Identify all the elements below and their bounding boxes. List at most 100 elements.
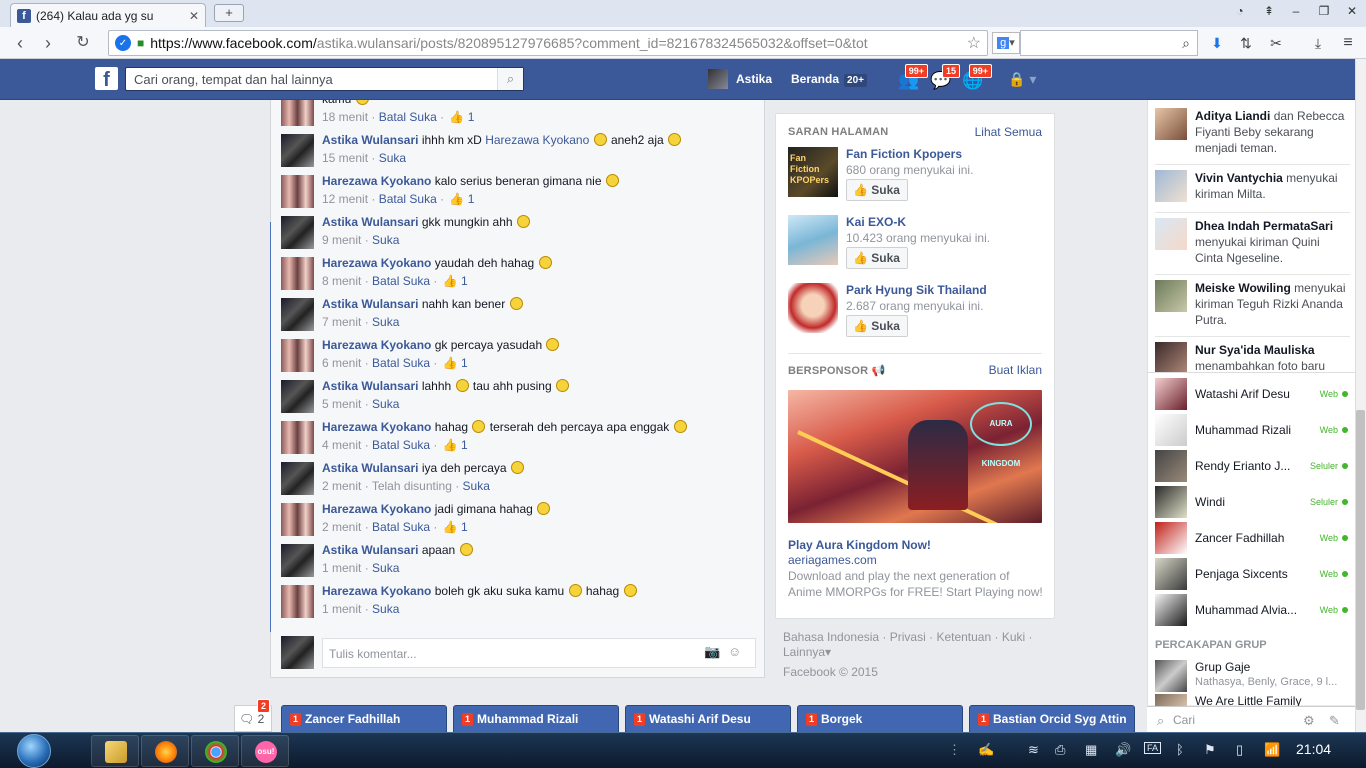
avatar[interactable] [281, 380, 314, 413]
comment-author[interactable]: Harezawa Kyokano [322, 338, 431, 352]
comment-author[interactable]: Astika Wulansari [322, 133, 418, 147]
avatar[interactable] [281, 100, 314, 126]
bookmark-star-icon[interactable]: ☆ [967, 33, 981, 53]
signal-icon[interactable]: 📶 [1264, 742, 1280, 758]
menu-icon[interactable]: ≡ [1338, 33, 1358, 53]
comment-author[interactable]: Astika Wulansari [322, 379, 418, 393]
like-count[interactable]: 1 [461, 520, 468, 534]
forward-icon[interactable]: › [37, 32, 59, 54]
like-count-icon[interactable]: 👍 [443, 438, 458, 452]
tray-app-icon[interactable]: ✍ [978, 742, 994, 758]
avatar[interactable] [281, 421, 314, 454]
ticker-name[interactable]: Vivin Vantychia [1195, 171, 1283, 185]
pin-icon[interactable]: ⇞ [1257, 2, 1281, 20]
like-count-icon[interactable]: 👍 [449, 192, 464, 206]
like-comment-link[interactable]: Suka [372, 602, 399, 616]
comment-author[interactable]: Astika Wulansari [322, 461, 418, 475]
like-count[interactable]: 1 [468, 192, 475, 206]
comment-time[interactable]: 1 menit [322, 561, 361, 575]
tray-windows-icon[interactable]: ▦ [1085, 742, 1097, 758]
file-explorer-app[interactable] [91, 735, 139, 767]
comment-time[interactable]: 8 menit [322, 274, 361, 288]
emoji-icon[interactable]: ☺ [728, 644, 741, 659]
like-comment-link[interactable]: Suka [372, 315, 399, 329]
mention-link[interactable]: Harezawa Kyokano [485, 133, 589, 147]
ad-title[interactable]: Play Aura Kingdom Now! [788, 538, 931, 552]
edited-label[interactable]: Telah disunting [372, 479, 452, 493]
avatar[interactable] [281, 462, 314, 495]
like-count[interactable]: 1 [468, 110, 475, 124]
comment-time[interactable]: 2 menit [322, 520, 361, 534]
avatar[interactable] [281, 585, 314, 618]
comment-author[interactable]: Astika Wulansari [322, 543, 418, 557]
camera-icon[interactable]: 📷 [704, 644, 720, 660]
tray-printer-icon[interactable]: ⎙ [1055, 742, 1065, 758]
sync-icon[interactable]: ⇅ [1236, 33, 1256, 53]
comment-time[interactable]: 1 menit [322, 602, 361, 616]
fb-search-input[interactable]: Cari orang, tempat dan hal lainnya ⌕ [125, 67, 524, 91]
like-page-button[interactable]: 👍 Suka [846, 247, 908, 269]
like-comment-link[interactable]: Suka [463, 479, 490, 493]
footer-link[interactable]: Privasi [890, 630, 926, 644]
chat-tab[interactable]: 1 Muhammad Rizali [453, 705, 619, 732]
avatar[interactable] [281, 257, 314, 290]
start-button[interactable] [14, 733, 54, 768]
comment-time[interactable]: 4 menit [322, 438, 361, 452]
footer-link[interactable]: Kuki [1002, 630, 1025, 644]
chat-contact[interactable]: Rendy Erianto J... Seluler [1155, 450, 1350, 484]
like-comment-link[interactable]: Batal Suka [372, 438, 430, 452]
like-count[interactable]: 1 [461, 438, 468, 452]
comment-author[interactable]: Harezawa Kyokano [322, 584, 431, 598]
like-comment-link[interactable]: Suka [372, 561, 399, 575]
avatar[interactable] [281, 503, 314, 536]
chrome-app[interactable] [191, 735, 239, 767]
keyboard-icon[interactable]: FA [1144, 742, 1162, 754]
like-count[interactable]: 1 [461, 274, 468, 288]
ad-image[interactable]: AURA KINGDOM [788, 390, 1042, 523]
search-icon[interactable]: ⌕ [497, 68, 523, 90]
page-picture[interactable]: Fan Fiction KPOPers [788, 147, 838, 197]
comment-time[interactable]: 18 menit [322, 110, 368, 124]
chat-tabs-overflow[interactable]: 🗨 2 2 [234, 699, 272, 732]
page-name[interactable]: Kai EXO-K [846, 215, 906, 229]
like-count[interactable]: 1 [461, 356, 468, 370]
osu-app[interactable]: osu! [241, 735, 289, 767]
see-all-link[interactable]: Lihat Semua [975, 125, 1042, 139]
like-page-button[interactable]: 👍 Suka [846, 315, 908, 337]
chat-tab[interactable]: 1 Watashi Arif Desu [625, 705, 791, 732]
facebook-logo-icon[interactable]: f [95, 67, 118, 91]
avatar[interactable] [281, 298, 314, 331]
chat-tab[interactable]: 1 Zancer Fadhillah [281, 705, 447, 732]
chat-contact[interactable]: Zancer Fadhillah Web [1155, 522, 1350, 556]
comment-time[interactable]: 5 menit [322, 397, 361, 411]
chat-tab[interactable]: 1 Borgek [797, 705, 963, 732]
avatar[interactable] [281, 134, 314, 167]
footer-more-link[interactable]: Lainnya [783, 645, 825, 659]
group-chat-item[interactable]: We Are Little Family [1155, 692, 1350, 706]
chat-contact[interactable]: Windi Seluler [1155, 486, 1350, 520]
comment-time[interactable]: 7 menit [322, 315, 361, 329]
comment-time[interactable]: 9 menit [322, 233, 361, 247]
tray-wifi-icon[interactable]: ≋ [1028, 742, 1039, 758]
home-link[interactable]: Beranda 20+ [791, 72, 867, 87]
close-window-icon[interactable]: ✕ [1340, 2, 1364, 20]
ad-domain[interactable]: aeriagames.com [788, 553, 877, 567]
comment-author[interactable]: Astika Wulansari [322, 215, 418, 229]
friend-requests-icon[interactable]: 👥 99+ [896, 64, 928, 93]
chat-tab[interactable]: 1 Bastian Orcid Syg Attin [969, 705, 1135, 732]
compose-icon[interactable]: ✎ [1329, 713, 1340, 729]
page-picture[interactable] [788, 215, 838, 265]
scissors-icon[interactable]: ✂ [1266, 33, 1286, 53]
search-icon[interactable]: ⌕ [1176, 33, 1196, 53]
volume-icon[interactable]: 🔊 [1115, 742, 1131, 758]
like-comment-link[interactable]: Suka [372, 397, 399, 411]
reload-icon[interactable]: ↻ [72, 32, 94, 54]
battery-icon[interactable]: ▯ [1236, 742, 1243, 758]
like-comment-link[interactable]: Suka [379, 151, 406, 165]
search-box[interactable] [1020, 30, 1198, 56]
comment-author[interactable]: Harezawa Kyokano [322, 174, 431, 188]
comment-time[interactable]: 6 menit [322, 356, 361, 370]
bluetooth-icon[interactable]: ᛒ [1176, 742, 1184, 757]
page-picture[interactable] [788, 283, 838, 333]
chat-contact[interactable]: Penjaga Sixcents Web [1155, 558, 1350, 592]
